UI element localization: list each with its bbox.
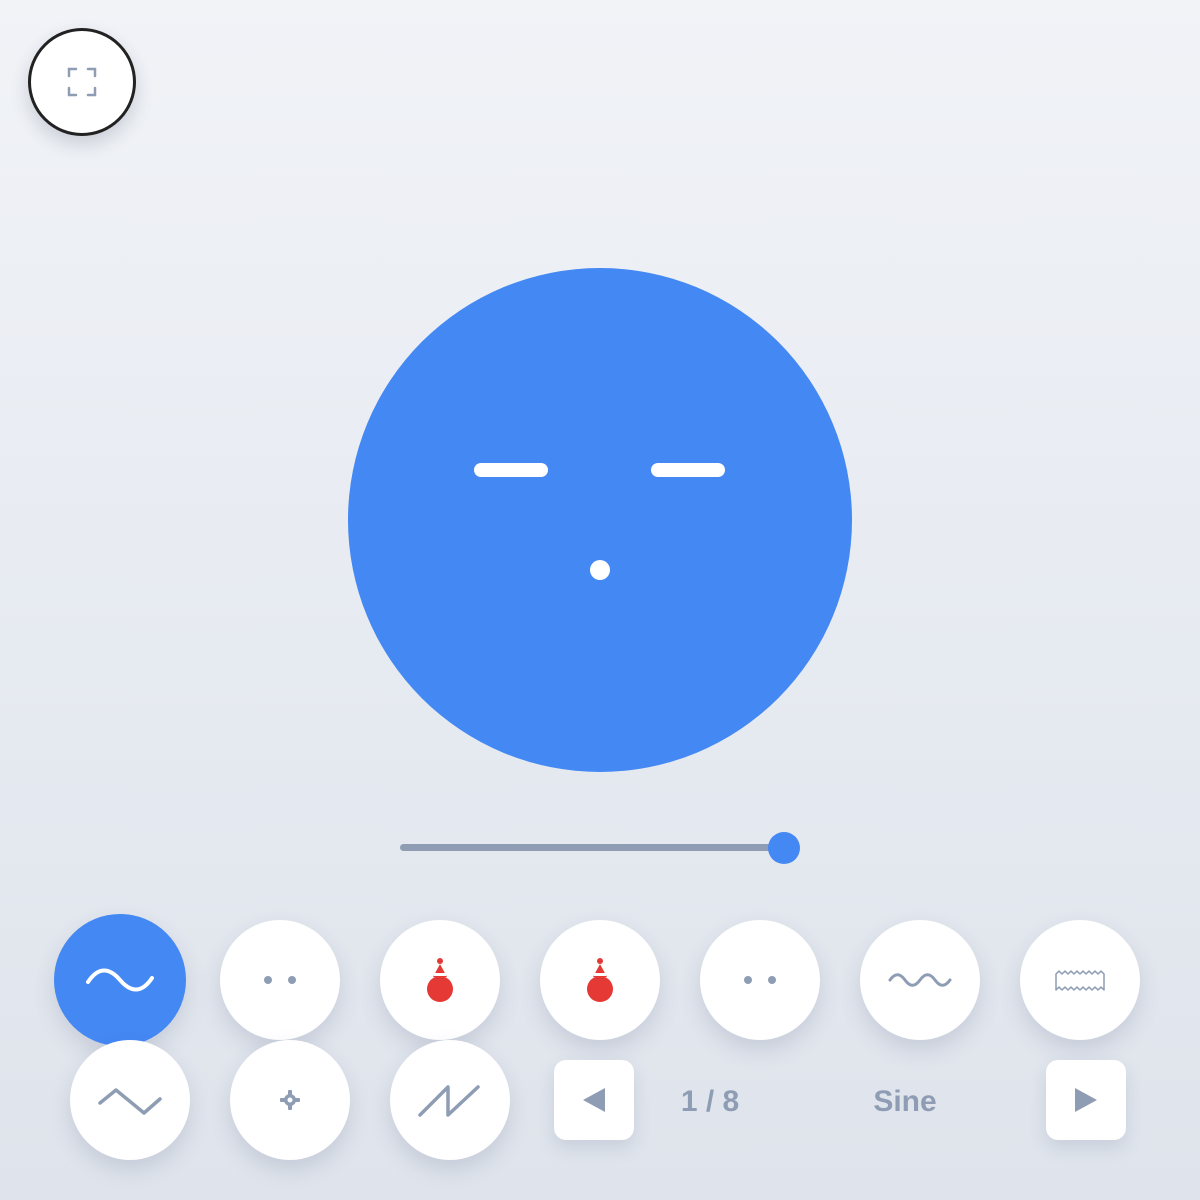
sine-wave-icon <box>86 968 154 992</box>
waveform-name: Sine <box>873 1085 937 1118</box>
waveform-button-bell-2[interactable] <box>540 920 660 1040</box>
triangle-wave-icon <box>98 1088 162 1115</box>
waveform-button-dots[interactable] <box>220 920 340 1040</box>
left-eye <box>474 463 548 477</box>
amplitude-slider[interactable] <box>400 832 800 864</box>
prev-waveform-button[interactable] <box>554 1060 634 1140</box>
waveform-button-sine[interactable] <box>54 914 186 1046</box>
waveform-button-dots-2[interactable] <box>700 920 820 1040</box>
fullscreen-button[interactable] <box>28 28 136 136</box>
triangle-right-icon <box>1075 1088 1097 1112</box>
squiggle-wave-icon <box>888 973 952 987</box>
triangle-left-icon <box>583 1088 605 1112</box>
slider-track <box>400 844 788 851</box>
sawtooth-wave-icon <box>418 1085 480 1117</box>
red-bell-icon <box>427 958 453 1002</box>
waveform-button-gear[interactable] <box>230 1040 350 1160</box>
waveform-button-squiggle[interactable] <box>860 920 980 1040</box>
fullscreen-icon <box>67 67 97 97</box>
small-gear-icon <box>280 1090 300 1110</box>
mouth <box>590 560 610 580</box>
waveform-button-sawtooth[interactable] <box>390 1040 510 1160</box>
face-display <box>348 268 852 772</box>
page-counter: 1 / 8 <box>680 1085 740 1118</box>
next-waveform-button[interactable] <box>1046 1060 1126 1140</box>
two-dots-icon <box>744 976 776 984</box>
slider-thumb[interactable] <box>768 832 800 864</box>
ruler-wave-icon <box>1055 970 1105 991</box>
red-bell-icon <box>587 958 613 1002</box>
two-dots-icon <box>264 976 296 984</box>
waveform-button-bell-1[interactable] <box>380 920 500 1040</box>
right-eye <box>651 463 725 477</box>
waveform-button-triangle[interactable] <box>70 1040 190 1160</box>
waveform-button-ruler[interactable] <box>1020 920 1140 1040</box>
